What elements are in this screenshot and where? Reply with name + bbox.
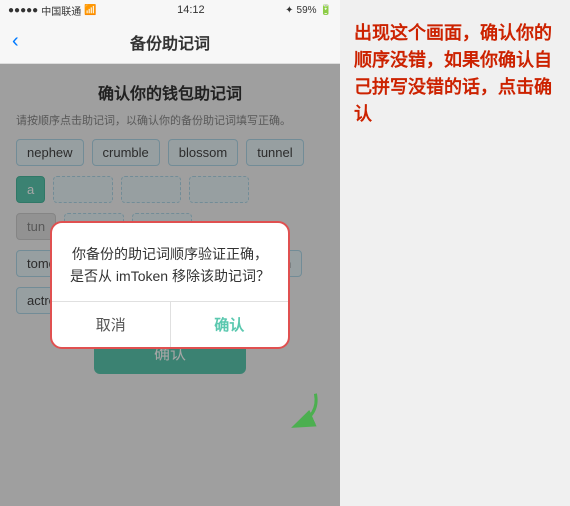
phone-panel: ●●●●● 中国联通 📶 14:12 ✦ 59% 🔋 ‹ 备份助记词 确认你的钱… bbox=[0, 0, 340, 506]
bluetooth-icon: ✦ bbox=[285, 5, 293, 16]
annotation-panel: 出现这个画面，确认你的顺序没错，如果你确认自己拼写没错的话，点击确认 bbox=[340, 0, 570, 506]
dialog-message: 你备份的助记词顺序验证正确，是否从 imToken 移除该助记词？ bbox=[68, 243, 272, 288]
main-content: 确认你的钱包助记词 请按顺序点击助记词，以确认你的备份助记词填写正确。 neph… bbox=[0, 64, 340, 506]
battery-percent: 59% bbox=[297, 5, 317, 16]
dialog-body: 你备份的助记词顺序验证正确，是否从 imToken 移除该助记词？ bbox=[52, 223, 288, 302]
dialog-cancel-button[interactable]: 取消 bbox=[52, 302, 170, 347]
dialog-confirm-button[interactable]: 确认 bbox=[170, 302, 289, 347]
arrow-icon bbox=[264, 388, 324, 438]
dialog-box: 你备份的助记词顺序验证正确，是否从 imToken 移除该助记词？ 取消 确认 bbox=[50, 221, 290, 350]
annotation-text: 出现这个画面，确认你的顺序没错，如果你确认自己拼写没错的话，点击确认 bbox=[354, 20, 556, 128]
dialog-overlay: 你备份的助记词顺序验证正确，是否从 imToken 移除该助记词？ 取消 确认 bbox=[0, 64, 340, 506]
status-bar: ●●●●● 中国联通 📶 14:12 ✦ 59% 🔋 bbox=[0, 0, 340, 20]
back-button[interactable]: ‹ bbox=[12, 30, 19, 53]
battery-icon: 🔋 bbox=[320, 5, 332, 16]
dialog-buttons: 取消 确认 bbox=[52, 301, 288, 347]
carrier: 中国联通 bbox=[41, 3, 81, 18]
status-right: ✦ 59% 🔋 bbox=[285, 5, 332, 16]
wifi-icon: 📶 bbox=[84, 5, 96, 16]
nav-title: 备份助记词 bbox=[130, 30, 210, 54]
status-time: 14:12 bbox=[177, 4, 205, 16]
signal-dots: ●●●●● bbox=[8, 5, 38, 16]
status-left: ●●●●● 中国联通 📶 bbox=[8, 3, 97, 18]
nav-bar: ‹ 备份助记词 bbox=[0, 20, 340, 64]
